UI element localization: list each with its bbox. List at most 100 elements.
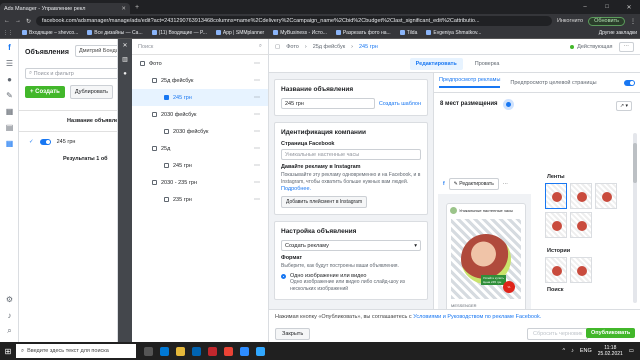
create-button[interactable]: + Создать <box>25 86 65 98</box>
maximize-icon[interactable]: □ <box>596 4 618 11</box>
task-view-icon[interactable] <box>144 346 153 356</box>
url-field[interactable]: facebook.com/adsmanager/manage/ads/edit?… <box>36 16 552 26</box>
volume-icon[interactable]: ♪ <box>571 348 574 354</box>
notifications-icon[interactable]: ▭ <box>629 348 634 354</box>
browser-tab[interactable]: Ads Manager - Управление рекл ✕ <box>0 3 130 14</box>
placement-thumb[interactable] <box>570 183 592 209</box>
bookmark-item[interactable]: Все дизайны — Са... <box>87 30 143 36</box>
tab-landing-preview[interactable]: Предпросмотр целевой страницы <box>510 80 596 86</box>
placement-thumb[interactable] <box>545 183 567 209</box>
tree-node[interactable]: 25д ⋯ <box>132 140 268 157</box>
tree-node[interactable]: 235 грн ⋯ <box>132 191 268 208</box>
update-button[interactable]: Обновить <box>588 16 625 26</box>
more-link[interactable]: Подробнее. <box>281 186 311 192</box>
bookmark-item[interactable]: (11) Входящие — P... <box>151 30 207 36</box>
close-window-icon[interactable]: ✕ <box>618 4 640 11</box>
tree-node[interactable]: 2030 фейсбук ⋯ <box>132 106 268 123</box>
chrome-icon[interactable] <box>224 346 233 356</box>
ad-name-input[interactable]: 245 грн <box>281 98 375 109</box>
more-icon[interactable]: ⋯ <box>254 179 260 186</box>
photoshop-icon[interactable] <box>256 346 265 356</box>
preview-toggle[interactable] <box>624 79 635 86</box>
tree-node[interactable]: 245 грн ⋯ <box>132 157 268 174</box>
more-button[interactable]: ⋯ <box>618 41 634 52</box>
checkbox-icon[interactable]: ✓ <box>29 139 34 145</box>
more-icon[interactable]: ⋯ <box>254 145 260 152</box>
menu-icon[interactable]: ⋮ <box>630 18 636 25</box>
back-icon[interactable]: ← <box>4 18 10 24</box>
duplicate-button[interactable]: Дублировать <box>69 85 114 99</box>
more-icon[interactable]: ⋯ <box>254 162 260 169</box>
tree-node[interactable]: 2030 - 235 грн ⋯ <box>132 174 268 191</box>
more-icon[interactable]: ⋯ <box>254 60 260 67</box>
settings-icon[interactable]: ⚙ <box>0 291 19 307</box>
placement-thumb[interactable] <box>570 257 592 283</box>
preview-scrollbar[interactable] <box>633 133 637 303</box>
tree-node[interactable]: 245 грн ⋯ <box>132 89 268 106</box>
hamburger-icon[interactable]: ☰ <box>0 55 19 71</box>
zoom-icon[interactable] <box>240 346 249 356</box>
taskbar-search-input[interactable]: ⌕ Введите здесь текст для поиска <box>16 344 136 358</box>
create-template-link[interactable]: Создать шаблон <box>379 101 421 107</box>
column-header[interactable]: Название объявлен <box>19 110 117 132</box>
bookmark-item[interactable]: App | SMMplanner <box>215 30 264 36</box>
tree-node[interactable]: 25д фейсбук ⋯ <box>132 72 268 89</box>
close-button[interactable]: Закрыть <box>275 328 311 340</box>
more-icon[interactable]: ⋯ <box>503 181 508 187</box>
info-icon[interactable]: ● <box>118 67 132 81</box>
bar-chart-icon[interactable]: ▤ <box>0 119 19 135</box>
publish-button[interactable]: Опубликовать <box>586 328 636 338</box>
more-icon[interactable]: ⋯ <box>254 196 260 203</box>
crumb-ad[interactable]: 245 грн <box>359 44 378 50</box>
format-radio-single[interactable]: Одно изображение или видео Одно изображе… <box>281 273 421 293</box>
more-icon[interactable]: ⋯ <box>254 111 260 118</box>
tray-arrow-icon[interactable]: ^ <box>563 348 566 354</box>
apps-icon[interactable]: ⋮⋮ <box>3 30 13 36</box>
account-selector[interactable]: Дмитрий Бондар <box>75 45 117 57</box>
chart-icon[interactable]: ▥ <box>118 53 132 67</box>
tab-ad-preview[interactable]: Предпросмотр рекламы <box>439 77 501 88</box>
bookmark-item[interactable]: Tilda <box>399 30 417 36</box>
tree-search-input[interactable]: Поиск ⌕ <box>132 39 268 55</box>
other-bookmarks[interactable]: Другие закладки <box>599 30 637 36</box>
placement-thumb[interactable] <box>545 257 567 283</box>
more-icon[interactable]: ⋯ <box>254 77 260 84</box>
store-icon[interactable] <box>192 346 201 356</box>
edit-mode-button[interactable]: Редактировать <box>409 57 463 70</box>
minimize-icon[interactable]: – <box>574 4 596 11</box>
mail-icon[interactable] <box>208 346 217 356</box>
bookmark-item[interactable]: Evgeniya Shmatkov... <box>426 30 481 36</box>
search-filter-input[interactable]: ⌕ Поиск и фильтр <box>25 68 117 79</box>
new-tab-icon[interactable]: + <box>135 4 139 11</box>
ad-status-toggle[interactable] <box>39 139 51 145</box>
bookmark-item[interactable]: Разрезать фото на... <box>335 30 391 36</box>
windows-start-icon[interactable]: ⊞ <box>0 347 16 356</box>
reload-icon[interactable]: ↻ <box>26 18 31 25</box>
avatar[interactable]: ● <box>0 71 19 87</box>
open-external-button[interactable]: ↗ ▾ <box>615 101 632 111</box>
grid-icon[interactable]: ▦ <box>0 103 19 119</box>
ad-setup-select[interactable]: Создать рекламу ▾ <box>281 240 421 251</box>
more-icon[interactable]: ⋯ <box>254 128 260 135</box>
tree-node[interactable]: 2030 фейсбук ⋯ <box>132 123 268 140</box>
fb-page-select[interactable]: Уникальные настенные часы <box>281 149 421 160</box>
table-row[interactable]: ✓ 245 грн <box>19 132 117 152</box>
placement-thumb[interactable] <box>545 212 567 238</box>
crumb-campaign[interactable]: Фото <box>286 44 299 50</box>
placement-thumb[interactable] <box>595 183 617 209</box>
bookmark-item[interactable]: MyBusiness - Исто... <box>273 30 327 36</box>
close-tab-icon[interactable]: ✕ <box>121 6 126 12</box>
more-icon[interactable]: ⋯ <box>254 94 260 101</box>
search-icon[interactable]: ⌕ <box>0 323 19 339</box>
close-icon[interactable]: ✕ <box>118 39 132 53</box>
edge-icon[interactable] <box>160 346 169 356</box>
explorer-icon[interactable] <box>176 346 185 356</box>
info-dot-icon[interactable] <box>505 101 511 107</box>
clock[interactable]: 11:18 25.02.2021 <box>598 345 623 357</box>
ad-row-name[interactable]: 245 грн <box>57 139 76 145</box>
edit-icon[interactable]: ✎ <box>0 87 19 103</box>
language-indicator[interactable]: ENG <box>580 348 592 354</box>
discard-draft-button[interactable]: Сбросить черновик <box>527 328 589 340</box>
review-mode-button[interactable]: Проверка <box>475 61 500 67</box>
forward-icon[interactable]: → <box>15 18 21 24</box>
